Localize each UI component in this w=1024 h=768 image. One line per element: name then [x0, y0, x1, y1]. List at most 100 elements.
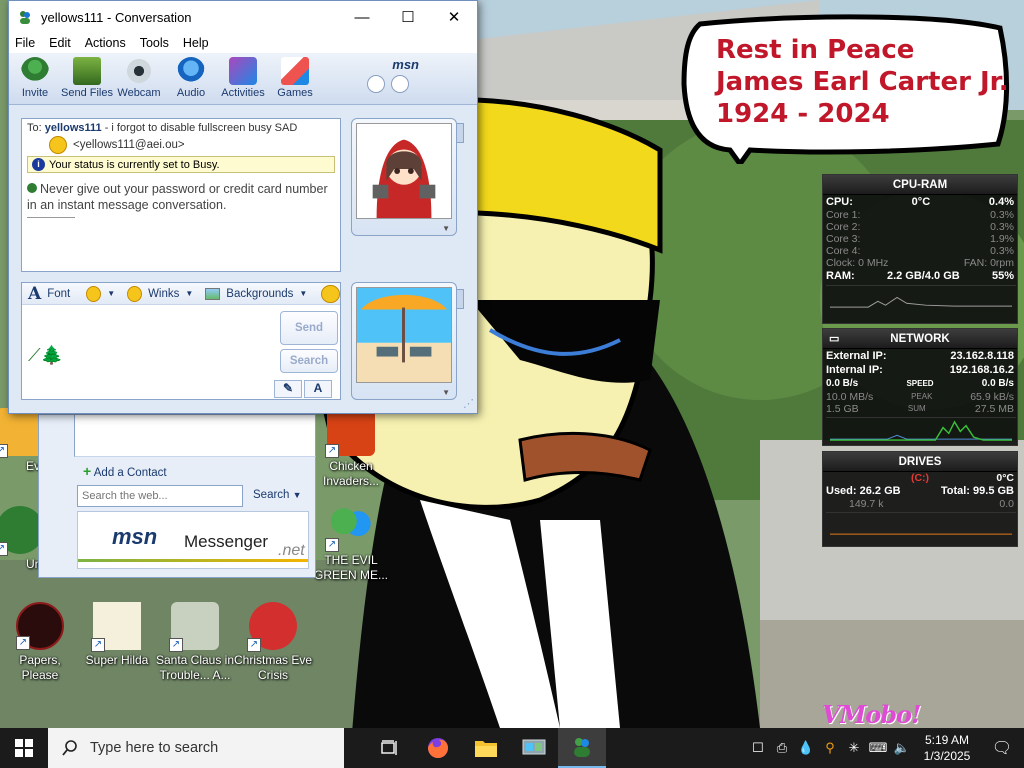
desktop-icon-label: Super Hilda — [85, 653, 149, 667]
chevron-down-icon: ▼ — [185, 289, 194, 298]
search-web-button[interactable]: Search ▼ — [253, 489, 302, 501]
input-mode-tabs: ✎ A — [274, 380, 332, 398]
drive-graph — [826, 512, 1016, 536]
droplet-tray-icon[interactable]: 💧 — [794, 728, 818, 768]
game-icon: ↗ — [16, 602, 64, 650]
message-input[interactable] — [26, 309, 276, 369]
cpu-ram-gadget: CPU-RAM CPU: 0°C 0.4% Core 1: 0.3% Core 2… — [822, 174, 1018, 324]
backgrounds-button[interactable]: Backgrounds — [226, 288, 293, 300]
core-value: 0.3% — [990, 245, 1014, 257]
drive-letter: (C:) — [910, 472, 930, 484]
upload-sum: 27.5 MB — [974, 403, 1014, 415]
network-tray-icon[interactable]: ⌨ — [866, 728, 890, 768]
winks-button[interactable]: Winks — [148, 288, 179, 300]
menu-help[interactable]: Help — [183, 36, 209, 50]
send-files-button[interactable]: Send Files — [61, 53, 113, 104]
gadget-title: ▭ NETWORK — [823, 329, 1017, 349]
close-button[interactable]: ✕ — [431, 1, 477, 33]
conversation-history: To: yellows111 - i forgot to disable ful… — [21, 118, 341, 272]
banner-net-text: .net — [278, 542, 305, 559]
send-files-label: Send Files — [61, 87, 113, 99]
taskbar-search[interactable]: Type here to search — [48, 728, 344, 768]
drives-gadget: DRIVES (C:) 0°C Used: 26.2 GB Total: 99.5… — [822, 451, 1018, 547]
desktop-icon-christmas-eve-crisis[interactable]: ↗ Christmas Eve Crisis — [233, 602, 313, 683]
gadget-title: DRIVES — [823, 452, 1017, 472]
nudge-icon[interactable] — [321, 284, 340, 303]
audio-label: Audio — [176, 87, 206, 99]
title-bar[interactable]: yellows111 - Conversation — ☐ ✕ — [9, 1, 477, 33]
core-label: Core 1: — [826, 209, 861, 221]
desktop-icon-the-evil-green-me[interactable]: ↗ THE EVIL GREEN ME... — [311, 502, 391, 583]
activities-button[interactable]: Activities — [217, 53, 269, 104]
menu-edit[interactable]: Edit — [49, 36, 71, 50]
firefox-icon — [428, 738, 448, 758]
desktop-icon-papers-please[interactable]: ↗ Papers, Please — [0, 602, 80, 683]
menu-file[interactable]: File — [15, 36, 35, 50]
msn-buddy-icon — [20, 11, 30, 24]
contact-display-picture[interactable]: ▼ — [351, 118, 457, 236]
menu-tools[interactable]: Tools — [140, 36, 169, 50]
drive-temp: 0°C — [996, 472, 1014, 484]
games-button[interactable]: Games — [269, 53, 321, 104]
star-tray-icon[interactable]: ✳ — [842, 728, 866, 768]
security-warning: Never give out your password or credit c… — [27, 181, 335, 213]
maximize-icon: ☐ — [401, 9, 415, 26]
desktop-icon-santa-claus[interactable]: ↗ Santa Claus in Trouble... A... — [155, 602, 235, 683]
desktop-icon-super-hilda[interactable]: ↗ Super Hilda — [77, 602, 157, 668]
menu-actions[interactable]: Actions — [85, 36, 126, 50]
maximize-button[interactable]: ☐ — [385, 1, 431, 33]
handwriting-tab[interactable]: ✎ — [274, 380, 302, 398]
msn-messenger-taskbar-button[interactable] — [558, 728, 606, 768]
core-value: 0.3% — [990, 209, 1014, 221]
desktop-icon-label: Santa Claus in Trouble... A... — [155, 653, 235, 682]
display-picture-icon[interactable] — [391, 75, 409, 93]
clock-time: 5:19 AM — [924, 733, 970, 747]
fan-speed: FAN: 0rpm — [963, 257, 1014, 269]
firefox-taskbar-button[interactable] — [414, 728, 462, 768]
notifications-icon[interactable]: 🗨 — [980, 728, 1024, 768]
desktop-icon-chicken-invaders[interactable]: ↗ Chicken Invaders... — [311, 408, 391, 489]
search-button[interactable]: Search — [280, 349, 338, 373]
desktop-icon-label: Papers, Please — [19, 653, 61, 682]
invite-button[interactable]: Invite — [9, 53, 61, 104]
start-button[interactable] — [0, 728, 48, 768]
add-contact-link[interactable]: + Add a Contact — [83, 463, 167, 479]
minimize-button[interactable]: — — [339, 1, 385, 33]
search-web-input[interactable] — [77, 485, 243, 507]
control-panel-button[interactable] — [510, 728, 558, 768]
send-button[interactable]: Send — [280, 311, 338, 345]
contact-list-area — [74, 415, 316, 457]
collapse-handle[interactable] — [456, 289, 464, 309]
resize-grip-icon[interactable]: ⋰ — [463, 397, 474, 410]
cpu-label: CPU: — [826, 196, 853, 208]
collapse-handle[interactable] — [456, 123, 464, 143]
msn-messenger-banner[interactable]: msn Messenger .net — [77, 511, 309, 569]
search-tray-icon[interactable]: ⚲ — [818, 728, 842, 768]
volume-tray-icon[interactable]: 🔈 — [890, 728, 914, 768]
webcam-button[interactable]: Webcam — [113, 53, 165, 104]
msn-logo: msn — [392, 57, 419, 72]
checkbox-tray-icon[interactable]: ☐ — [746, 728, 770, 768]
gadget-title: CPU-RAM — [823, 175, 1017, 195]
games-icon — [281, 57, 309, 85]
printer-tray-icon[interactable]: ⎙ — [770, 728, 794, 768]
games-label: Games — [277, 87, 313, 99]
my-display-picture[interactable]: ▼ — [351, 282, 457, 400]
peak-row: 10.0 MB/s PEAK 65.9 kB/s — [823, 391, 1017, 403]
activities-icon — [229, 57, 257, 85]
drive-header-row: (C:) 0°C — [823, 472, 1017, 484]
file-explorer-button[interactable] — [462, 728, 510, 768]
emoticon-icon[interactable] — [86, 285, 102, 302]
sad-emoticon-icon — [49, 136, 67, 154]
clock[interactable]: 5:19 AM 1/3/2025 — [914, 732, 980, 764]
anime-girl-avatar-icon — [356, 123, 452, 219]
block-icon[interactable] — [367, 75, 385, 93]
ram-graph — [826, 285, 1016, 309]
menu-bar: File Edit Actions Tools Help — [9, 33, 477, 53]
compose-toolbar: A Font ▼ Winks ▼ Backgrounds ▼ — [22, 283, 340, 305]
task-view-button[interactable] — [366, 728, 414, 768]
audio-button[interactable]: Audio — [165, 53, 217, 104]
font-button[interactable]: Font — [47, 288, 70, 300]
text-tab[interactable]: A — [304, 380, 332, 398]
contact-list-window: + Add a Contact Search ▼ msn Messenger .… — [38, 414, 316, 578]
